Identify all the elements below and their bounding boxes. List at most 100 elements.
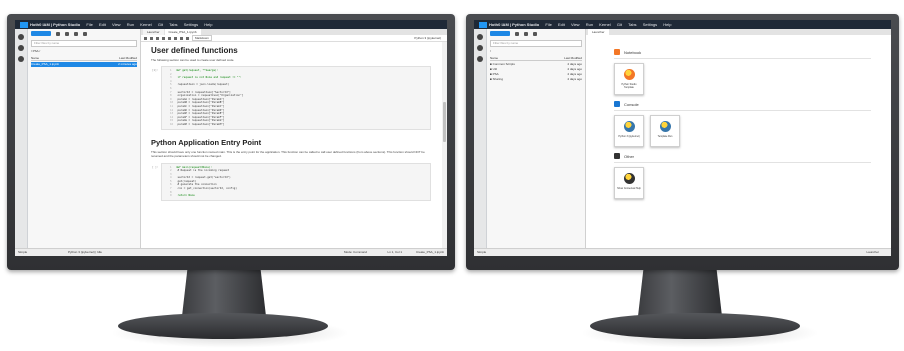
upload-icon[interactable]	[65, 31, 69, 36]
breadcrumb[interactable]: / PSA /	[31, 49, 137, 54]
menu-edit[interactable]: Edit	[558, 22, 565, 27]
new-launcher-button[interactable]	[490, 31, 510, 36]
code-text: cnx = get_connection(sectorId, config)	[176, 187, 237, 191]
left-monitor-base	[118, 313, 328, 339]
menu-view[interactable]: View	[112, 22, 121, 27]
kernel-status: Python 3 (ipykernel) | Idle	[68, 250, 102, 254]
mode-status: Mode: Command	[343, 250, 367, 254]
menu-file[interactable]: File	[545, 22, 551, 27]
code-text: requestJson = json.loads(request)	[176, 83, 230, 87]
folder-icon[interactable]	[18, 34, 24, 40]
scrollbar-thumb[interactable]	[443, 102, 446, 142]
cell-prompt: [1]:	[152, 69, 159, 72]
section-title: Notebook	[624, 49, 642, 55]
status-bar: Simple Launcher	[474, 248, 891, 256]
paragraph-user-defined: The following section can be used to cre…	[151, 58, 235, 62]
folder-icon[interactable]	[477, 34, 483, 40]
new-folder-icon[interactable]	[56, 31, 60, 36]
code-text: paramB = requestJson["ParamB"]	[176, 101, 225, 105]
code-line: 16 paramH = requestJson["ParamH"]	[170, 123, 428, 127]
add-cell-icon[interactable]	[150, 36, 153, 40]
menu-file[interactable]: File	[86, 22, 92, 27]
code-text: paramC = requestJson["ParamC"]	[176, 104, 225, 108]
menu-edit[interactable]: Edit	[99, 22, 106, 27]
cut-icon[interactable]	[156, 36, 159, 40]
main-area: Launcher Notebook Python Studio Template C…	[586, 29, 891, 249]
menu-settings[interactable]: Settings	[184, 22, 198, 27]
copy-icon[interactable]	[162, 36, 165, 40]
status-bar: Simple Python 3 (ipykernel) | Idle Mode:…	[15, 248, 447, 256]
cell-prompt: [ ]:	[152, 165, 159, 169]
save-icon[interactable]	[144, 36, 147, 40]
file-list-header: Name Last Modified	[31, 56, 137, 61]
kernel-icon	[623, 69, 635, 80]
launcher-card[interactable]: Python 3 (ipykernel)	[614, 115, 644, 147]
code-cell-2[interactable]: [ ]: 1 def main(request=None): 2 # Request…	[152, 162, 431, 201]
menu-view[interactable]: View	[571, 22, 580, 27]
git-icon[interactable]	[477, 56, 483, 62]
breadcrumb[interactable]: /	[490, 49, 582, 54]
app-logo-icon	[479, 21, 487, 28]
menu-git[interactable]: Git	[158, 22, 163, 27]
menu-kernel[interactable]: Kernel	[140, 22, 152, 27]
cell-type-select[interactable]: Markdown	[192, 35, 212, 41]
refresh-icon[interactable]	[74, 31, 78, 36]
git-icon[interactable]	[18, 56, 24, 62]
menu-tabs[interactable]: Tabs	[169, 22, 177, 27]
launcher-card[interactable]: Show Contextual Help	[614, 167, 644, 199]
code-text: paramE = requestJson["ParamE"]	[176, 112, 225, 116]
running-icon[interactable]	[477, 45, 483, 51]
scrollbar[interactable]	[442, 42, 447, 249]
kernel-icon	[623, 173, 635, 184]
menu-tabs[interactable]: Tabs	[628, 22, 636, 27]
menu-settings[interactable]: Settings	[643, 22, 657, 27]
launcher-card[interactable]: Python Studio Template	[614, 63, 644, 95]
file-list-header: Name Last Modified	[490, 56, 582, 61]
app-logo-icon	[20, 21, 28, 28]
git-clone-icon[interactable]	[83, 31, 87, 36]
code-cell-1[interactable]: [1]: 1 def get(request, **kwargs): 2 3 if r…	[152, 66, 431, 130]
folder-label: Common Scripts	[492, 62, 515, 66]
code-line: 9 return None	[170, 194, 428, 198]
code-text: return None	[176, 194, 195, 198]
tab-launcher[interactable]: Launcher	[143, 29, 164, 35]
menu-run[interactable]: Run	[586, 22, 593, 27]
file-modified: 2 minutes ago	[118, 62, 137, 66]
file-row[interactable]: Create_PSA_1.ipynb 2 minutes ago	[31, 62, 137, 67]
card-row: Python Studio Template	[614, 63, 891, 95]
folder-label: Sharing	[492, 77, 503, 81]
column-name[interactable]: Name	[31, 56, 39, 60]
menu-run[interactable]: Run	[127, 22, 134, 27]
running-icon[interactable]	[18, 45, 24, 51]
paste-icon[interactable]	[168, 36, 171, 40]
activity-bar	[474, 29, 487, 249]
file-search-input[interactable]: Filter files by name	[31, 40, 137, 47]
file-search-input[interactable]: Filter files by name	[490, 40, 582, 47]
column-name[interactable]: Name	[490, 56, 498, 60]
kernel-name[interactable]: Python 3 (ipykernel)	[414, 36, 441, 40]
stop-icon[interactable]	[180, 36, 183, 40]
menu-help[interactable]: Help	[663, 22, 671, 27]
folder-row[interactable]: ■ Sharing 4 days ago	[490, 77, 582, 82]
refresh-icon[interactable]	[533, 31, 537, 36]
file-browser: Filter files by name / Name Last Modifie…	[487, 29, 586, 249]
menu-kernel[interactable]: Kernel	[599, 22, 611, 27]
menu-git[interactable]: Git	[617, 22, 622, 27]
column-last-modified[interactable]: Last Modified	[119, 56, 137, 60]
code-text: sectorId = request.get("sectorId")	[176, 176, 231, 180]
new-folder-icon[interactable]	[515, 31, 519, 36]
restart-icon[interactable]	[186, 36, 189, 40]
column-last-modified[interactable]: Last Modified	[564, 56, 582, 60]
title-bar: Hoth0 IAM | Python Studio File Edit View…	[15, 20, 447, 29]
card-label: Python 3 (ipykernel)	[618, 135, 640, 138]
launcher-section-other: Other	[614, 153, 891, 159]
run-icon[interactable]	[174, 36, 177, 40]
simple-toggle[interactable]: Simple	[18, 250, 27, 254]
new-launcher-button[interactable]	[31, 31, 51, 36]
section-divider	[614, 58, 871, 59]
menu-help[interactable]: Help	[204, 22, 212, 27]
upload-icon[interactable]	[524, 31, 528, 36]
launcher-card[interactable]: Template Run	[650, 115, 680, 147]
simple-toggle[interactable]: Simple	[477, 250, 486, 254]
status-filename: Create_PSA_1.ipynb	[415, 250, 444, 254]
